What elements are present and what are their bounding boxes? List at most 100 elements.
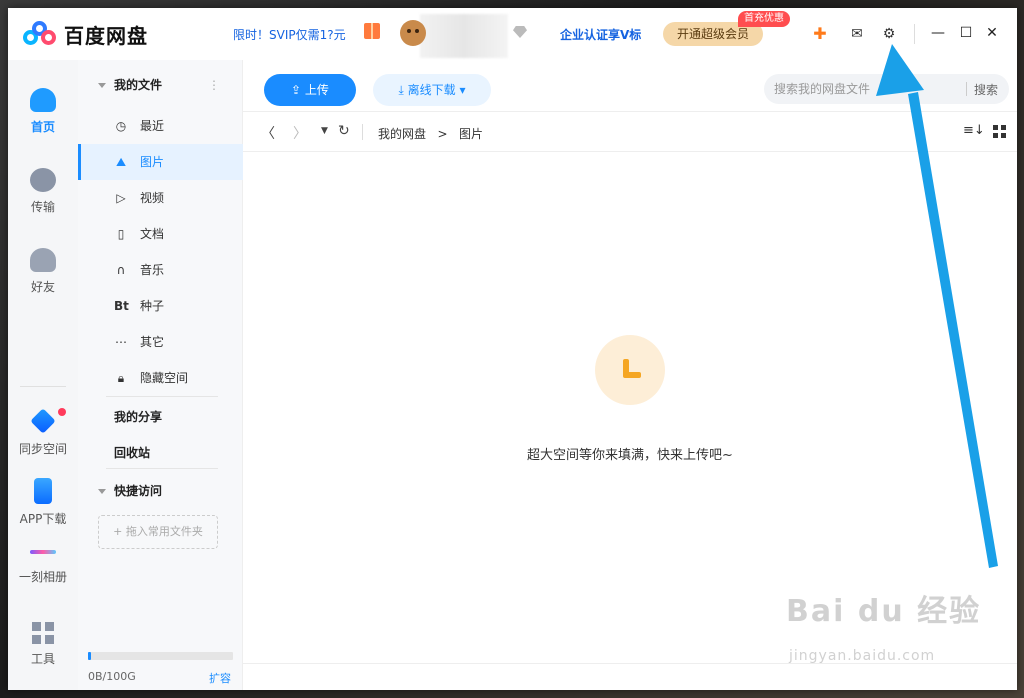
gamepad-icon[interactable]: ✚	[811, 25, 829, 43]
nav-friends[interactable]: 好友	[8, 248, 78, 295]
close-button[interactable]: ✕	[983, 24, 1001, 42]
sidebar-item-label: 文档	[140, 227, 165, 241]
sidebar-item-recent[interactable]: ◷ 最近	[78, 108, 243, 144]
sidebar-item-label: 音乐	[140, 263, 165, 277]
minimize-button[interactable]: —	[929, 24, 947, 42]
nav-sync-label: 同步空间	[18, 442, 67, 456]
search-button[interactable]: 搜索	[974, 81, 998, 98]
username-blurred[interactable]	[420, 14, 508, 58]
refresh-button[interactable]: ↻	[338, 123, 350, 139]
clock-icon: ◷	[115, 119, 127, 133]
tools-icon	[32, 622, 54, 644]
promo-link[interactable]: 限时！SVIP仅需1?元	[233, 26, 346, 43]
quota-fill	[88, 652, 91, 660]
cloud-icon	[30, 88, 56, 112]
sidebar-item-images[interactable]: ⛰ 图片	[78, 144, 243, 180]
upload-label: 上传	[304, 83, 329, 97]
drop-folder-zone[interactable]: + 拖入常用文件夹	[98, 515, 218, 549]
nav-transfer-label: 传输	[30, 200, 55, 214]
friends-icon	[30, 248, 56, 272]
avatar[interactable]	[400, 20, 426, 46]
dots-icon: ⋯	[115, 335, 127, 349]
headphone-icon: ∩	[116, 263, 126, 277]
vip-gem-icon[interactable]	[513, 26, 527, 38]
history-dropdown[interactable]: ▼	[321, 126, 328, 136]
sidebar-item-docs[interactable]: ▯ 文档	[78, 216, 243, 252]
quota-text: 0B/100G	[88, 670, 136, 683]
caret-down-icon	[98, 489, 106, 494]
chevron-down-icon: ▾	[455, 83, 466, 97]
sidebar-item-label: 图片	[140, 155, 165, 169]
divider	[106, 396, 218, 397]
quick-access-header[interactable]: 快捷访问	[98, 482, 162, 499]
sort-icon[interactable]: ≡↓	[963, 123, 985, 138]
offline-download-button[interactable]: ⤓ 离线下载 ▾	[373, 74, 491, 106]
empty-clock-icon	[595, 335, 665, 405]
grid-view-icon[interactable]	[993, 125, 1006, 138]
sidebar-item-my-share[interactable]: 我的分享	[114, 408, 162, 425]
maximize-button[interactable]: ☐	[957, 24, 975, 42]
enterprise-cert-link[interactable]: 企业认证享V标	[560, 26, 641, 43]
mail-icon[interactable]: ✉	[848, 25, 866, 43]
nav-friends-label: 好友	[30, 280, 55, 294]
app-title: 百度网盘	[64, 23, 148, 48]
breadcrumb: 我的网盘 > 图片	[378, 125, 483, 142]
nav-tools[interactable]: 工具	[8, 622, 78, 667]
app-logo: 百度网盘	[22, 19, 148, 49]
album-icon	[30, 550, 56, 554]
nav-home[interactable]: 首页	[8, 88, 78, 135]
more-dots-icon[interactable]: ⋮	[208, 78, 220, 92]
breadcrumb-root[interactable]: 我的网盘	[378, 127, 426, 141]
nav-home-label: 首页	[30, 120, 55, 134]
crumb-divider	[362, 124, 363, 140]
breadcrumb-current: 图片	[458, 127, 483, 141]
gift-icon[interactable]	[364, 23, 380, 39]
notification-dot	[58, 408, 66, 416]
expand-storage-link[interactable]: 扩容	[209, 670, 231, 686]
sidebar-item-video[interactable]: ▷ 视频	[78, 180, 243, 216]
image-icon: ⛰	[115, 155, 127, 169]
upload-icon: ⇪	[291, 83, 305, 97]
breadcrumb-separator: >	[429, 127, 456, 141]
bt-icon: Bt	[114, 299, 129, 313]
sidebar-item-recycle-bin[interactable]: 回收站	[114, 444, 150, 461]
sidebar-item-label: 最近	[140, 119, 165, 133]
search-divider	[966, 82, 967, 96]
file-sidebar: 我的文件 ⋮ ◷ 最近 ⛰ 图片 ▷ 视频 ▯ 文档 ∩ 音乐 Bt 种子 ⋯ 其它 🔒︎ 隐藏…	[78, 60, 243, 690]
sidebar-item-label: 视频	[140, 191, 165, 205]
forward-button[interactable]: 〉	[293, 123, 307, 143]
nav-album[interactable]: 一刻相册	[8, 540, 78, 585]
nav-divider	[20, 386, 66, 387]
nav-app-label: APP下载	[19, 512, 67, 526]
breadcrumb-divider	[243, 151, 1017, 152]
sidebar-item-label: 隐藏空间	[140, 371, 189, 385]
nav-tools-label: 工具	[30, 652, 55, 666]
divider	[106, 468, 218, 469]
titlebar-divider	[914, 24, 915, 44]
title-bar: 百度网盘 限时！SVIP仅需1?元 企业认证享V标 开通超级会员 首充优惠 ✚ …	[8, 8, 1017, 60]
cloud-logo-icon	[22, 19, 58, 49]
search-box: 搜索	[764, 74, 1009, 104]
watermark-logo: Bai du 经验	[786, 594, 982, 629]
lock-icon: 🔒︎	[117, 371, 125, 385]
sidebar-item-hidden-space[interactable]: 🔒︎ 隐藏空间	[78, 360, 243, 396]
upload-button[interactable]: ⇪ 上传	[264, 74, 356, 106]
sidebar-item-label: 其它	[140, 335, 165, 349]
gear-icon[interactable]: ⚙	[880, 25, 898, 43]
empty-state-text: 超大空间等你来填满，快来上传吧~	[527, 448, 733, 463]
nav-sync-space[interactable]: 同步空间	[8, 408, 78, 457]
search-input[interactable]	[774, 81, 954, 97]
nav-app-download[interactable]: APP下载	[8, 478, 78, 527]
download-icon: ⤓	[398, 83, 408, 97]
nav-album-label: 一刻相册	[18, 570, 67, 584]
watermark-url: jingyan.baidu.com	[789, 648, 936, 664]
sidebar-item-torrent[interactable]: Bt 种子	[78, 288, 243, 324]
offline-label: 离线下载	[407, 83, 456, 97]
nav-transfer[interactable]: 传输	[8, 168, 78, 215]
sidebar-item-music[interactable]: ∩ 音乐	[78, 252, 243, 288]
back-button[interactable]: 〈	[261, 123, 275, 143]
phone-icon	[34, 478, 52, 504]
sidebar-item-other[interactable]: ⋯ 其它	[78, 324, 243, 360]
sidebar-item-label: 种子	[140, 299, 165, 313]
my-files-header[interactable]: 我的文件	[98, 76, 162, 93]
